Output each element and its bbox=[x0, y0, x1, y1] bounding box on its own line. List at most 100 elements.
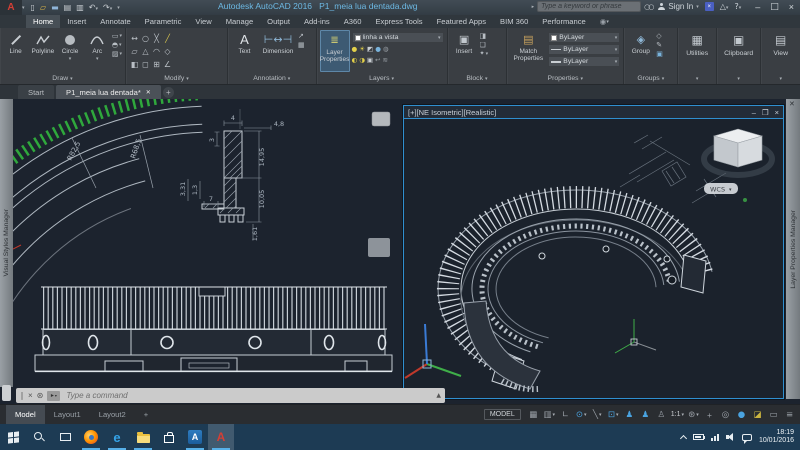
panel-label-groups[interactable]: Groups ▾ bbox=[624, 73, 677, 84]
layer-on-icon[interactable]: ◑ bbox=[359, 56, 365, 64]
create-block-icon[interactable]: ◨ bbox=[480, 32, 489, 40]
ungroup-icon[interactable]: ◇ bbox=[656, 32, 663, 40]
notification-icon[interactable] bbox=[741, 433, 752, 444]
a360-button[interactable]: A bbox=[182, 424, 208, 450]
new-file-icon[interactable]: ▯ bbox=[31, 3, 35, 12]
trim-icon[interactable]: ╳ bbox=[154, 34, 159, 43]
clean-screen-icon[interactable]: ▭ bbox=[767, 410, 780, 420]
wcs-menu[interactable]: WCS ▾ bbox=[704, 183, 747, 202]
open-file-icon[interactable]: ▱ bbox=[40, 3, 46, 12]
arc-button[interactable]: Arc ▾ bbox=[85, 30, 110, 72]
isolate-objects-icon[interactable]: ◎ bbox=[719, 410, 732, 420]
record-icon[interactable]: ◉ ▾ bbox=[593, 15, 616, 28]
maximize-button[interactable]: □ bbox=[770, 2, 779, 12]
vertical-scrollbar-thumb[interactable] bbox=[2, 385, 11, 401]
command-input[interactable] bbox=[64, 390, 433, 401]
group-edit-icon[interactable]: ✎ bbox=[656, 41, 663, 49]
edit-block-icon[interactable]: ❏ bbox=[480, 41, 489, 49]
layer-properties-button[interactable]: ≣ Layer Properties bbox=[319, 30, 350, 72]
ortho-icon[interactable]: ∟ bbox=[559, 410, 572, 420]
insert-button[interactable]: ▣ Insert bbox=[451, 30, 478, 72]
panel-label-draw[interactable]: Draw ▾ bbox=[0, 73, 125, 84]
tab-manage[interactable]: Manage bbox=[219, 15, 260, 28]
leader-tool-icon[interactable]: ↗ bbox=[298, 32, 305, 40]
viewport-close-button[interactable]: × bbox=[775, 108, 779, 117]
panel-label-annotation[interactable]: Annotation ▾ bbox=[228, 73, 316, 84]
tab-layout1[interactable]: Layout1 bbox=[45, 405, 90, 424]
clipboard-button[interactable]: ▣ Clipboard bbox=[720, 30, 757, 72]
stretch-icon[interactable]: ◧ bbox=[131, 60, 139, 69]
match-properties-button[interactable]: ▤ Match Properties bbox=[510, 30, 546, 72]
file-tab-close-icon[interactable]: ✕ bbox=[146, 89, 151, 96]
annotation-scale-button[interactable]: 1:1 ▾ bbox=[671, 411, 684, 418]
taskbar-search-button[interactable] bbox=[26, 424, 52, 450]
battery-icon[interactable] bbox=[692, 434, 706, 440]
tab-addins[interactable]: Add-ins bbox=[297, 15, 337, 28]
file-tab-start[interactable]: Start bbox=[18, 85, 55, 99]
firefox-button[interactable] bbox=[78, 424, 104, 450]
circle-button[interactable]: Circle ▾ bbox=[57, 30, 82, 72]
sign-in-button[interactable]: Sign In ▾ bbox=[658, 2, 699, 11]
new-layout-button[interactable]: + bbox=[135, 405, 157, 424]
layer-match-icon[interactable]: ▣ bbox=[367, 56, 373, 64]
erase-icon[interactable]: ╱ bbox=[165, 34, 170, 43]
line-button[interactable]: Line bbox=[3, 30, 28, 72]
fillet-icon[interactable]: ◠ bbox=[153, 47, 160, 56]
tab-insert[interactable]: Insert bbox=[60, 15, 93, 28]
color-dropdown[interactable]: ByLayer ▾ bbox=[548, 32, 621, 43]
panel-label-utilities[interactable]: ▾ bbox=[678, 73, 716, 84]
layer-isolate-icon[interactable]: ● bbox=[375, 45, 381, 53]
taskbar-clock[interactable]: 18:19 10/01/2016 bbox=[759, 429, 794, 446]
lineweight-dropdown[interactable]: ByLayer ▾ bbox=[548, 56, 621, 67]
viewport-restore-button[interactable]: ❐ bbox=[762, 108, 769, 117]
tab-view[interactable]: View bbox=[188, 15, 218, 28]
tab-performance[interactable]: Performance bbox=[535, 15, 592, 28]
layer-freeze-icon[interactable]: ☀ bbox=[359, 45, 365, 53]
store-button[interactable] bbox=[156, 424, 182, 450]
layer-lock-icon[interactable]: ◩ bbox=[367, 45, 373, 53]
tab-model[interactable]: Model bbox=[6, 405, 45, 424]
viewport-3d-canvas[interactable]: WCS ▾ bbox=[404, 119, 781, 396]
volume-icon[interactable] bbox=[725, 433, 735, 441]
viewport-controls-label[interactable]: [+][NE Isometric][Realistic] bbox=[408, 108, 496, 117]
text-button[interactable]: A Text bbox=[231, 30, 258, 72]
save-icon[interactable]: ▬ bbox=[51, 3, 59, 12]
layer-properties-palette-strip[interactable]: ✕ Layer Properties Manager bbox=[786, 99, 800, 399]
close-button[interactable]: × bbox=[789, 2, 794, 12]
rectangle-tool-icon[interactable]: ▭ ▾ bbox=[112, 32, 122, 40]
model-canvas-2d[interactable]: R82,5 R68,5 4 4,8 3 14,95 10,05 1,61 1,3… bbox=[13, 99, 403, 404]
dimension-button[interactable]: ⊢↔⊣ Dimension bbox=[260, 30, 296, 72]
tab-featured-apps[interactable]: Featured Apps bbox=[430, 15, 493, 28]
autodesk-apps-icon[interactable]: △▾ bbox=[720, 2, 729, 11]
block-attrs-icon[interactable]: ✦ ▾ bbox=[480, 50, 489, 57]
scale-icon[interactable]: ◻ bbox=[142, 60, 149, 69]
panel-label-block[interactable]: Block ▾ bbox=[448, 73, 507, 84]
start-button[interactable] bbox=[0, 424, 26, 450]
tab-express-tools[interactable]: Express Tools bbox=[368, 15, 429, 28]
group-button[interactable]: ◈ Group bbox=[627, 30, 654, 72]
tab-layout2[interactable]: Layout2 bbox=[90, 405, 135, 424]
edge-button[interactable]: e bbox=[104, 424, 130, 450]
rotate-icon[interactable]: ○ bbox=[142, 34, 149, 43]
layer-dropdown[interactable]: linha a vista ▾ bbox=[351, 32, 444, 43]
grid-icon[interactable]: ▦ bbox=[527, 410, 540, 420]
task-view-button[interactable] bbox=[52, 424, 78, 450]
object-snap-icon[interactable]: ⊡ ▾ bbox=[607, 410, 620, 420]
tab-bim360[interactable]: BIM 360 bbox=[493, 15, 535, 28]
panel-label-modify[interactable]: Modify ▾ bbox=[126, 73, 227, 84]
offset-icon[interactable]: ∠ bbox=[164, 60, 171, 69]
isodraft-icon[interactable]: ╲ ▾ bbox=[591, 410, 604, 420]
plot-icon[interactable]: ▥ bbox=[76, 3, 84, 12]
qat-customize-icon[interactable]: ▾ bbox=[117, 5, 120, 11]
polar-tracking-icon[interactable]: ⊙ ▾ bbox=[575, 410, 588, 420]
tab-a360[interactable]: A360 bbox=[337, 15, 369, 28]
exchange-apps-icon[interactable]: × bbox=[704, 2, 714, 11]
ellipse-tool-icon[interactable]: ◓ ▾ bbox=[112, 41, 122, 49]
mirror-icon[interactable]: △ bbox=[142, 47, 148, 56]
minimize-button[interactable]: – bbox=[755, 2, 760, 12]
view-button[interactable]: ▤ View bbox=[764, 30, 797, 72]
command-customize-icon[interactable]: ⊛ bbox=[37, 391, 44, 400]
app-menu-caret-icon[interactable]: ▾ bbox=[22, 5, 25, 11]
autocad-taskbar-button[interactable]: A bbox=[208, 424, 234, 450]
customization-menu-icon[interactable]: ≡ bbox=[783, 410, 796, 420]
